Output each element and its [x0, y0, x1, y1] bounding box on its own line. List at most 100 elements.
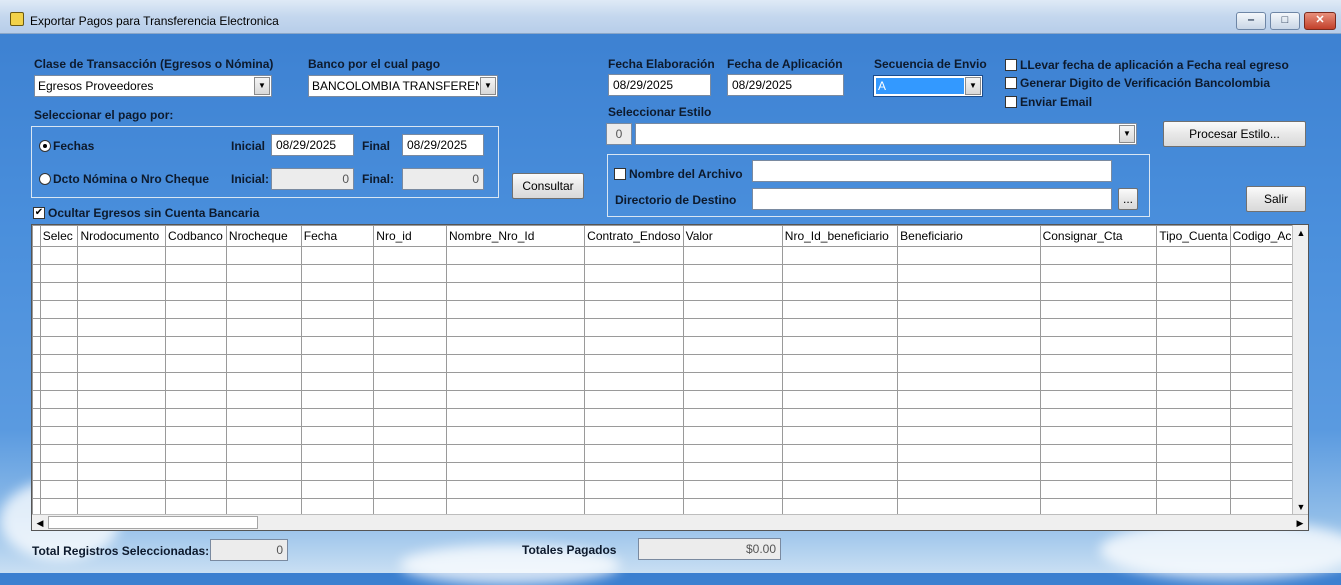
table-cell[interactable] — [373, 426, 448, 445]
table-cell[interactable] — [373, 336, 448, 355]
table-cell[interactable] — [77, 246, 167, 265]
table-cell[interactable] — [584, 354, 684, 373]
row-header-cell[interactable] — [32, 408, 41, 427]
table-cell[interactable] — [682, 336, 783, 355]
table-cell[interactable] — [77, 336, 167, 355]
table-cell[interactable] — [39, 372, 79, 391]
table-cell[interactable] — [1039, 480, 1158, 499]
table-cell[interactable] — [165, 390, 227, 409]
table-cell[interactable] — [897, 408, 1041, 427]
table-cell[interactable] — [225, 462, 302, 481]
payments-grid[interactable]: Selec Nrodocumento Codbanco Nrocheque Fecha N… — [31, 224, 1309, 531]
table-cell[interactable] — [225, 282, 302, 301]
table-cell[interactable] — [1156, 354, 1231, 373]
table-cell[interactable] — [682, 426, 783, 445]
table-cell[interactable] — [446, 354, 586, 373]
table-cell[interactable] — [897, 480, 1041, 499]
table-cell[interactable] — [373, 390, 448, 409]
table-cell[interactable] — [897, 264, 1041, 283]
table-cell[interactable] — [682, 318, 783, 337]
table-cell[interactable] — [77, 480, 167, 499]
table-row[interactable] — [32, 426, 1308, 445]
table-cell[interactable] — [1039, 318, 1158, 337]
table-cell[interactable] — [1039, 300, 1158, 319]
table-cell[interactable] — [77, 462, 167, 481]
table-cell[interactable] — [446, 462, 586, 481]
table-cell[interactable] — [225, 336, 302, 355]
column-header[interactable]: Codbanco — [165, 225, 227, 247]
table-cell[interactable] — [77, 318, 167, 337]
table-cell[interactable] — [300, 336, 375, 355]
table-cell[interactable] — [1156, 480, 1231, 499]
table-cell[interactable] — [781, 462, 899, 481]
table-cell[interactable] — [446, 372, 586, 391]
table-cell[interactable] — [39, 336, 79, 355]
table-cell[interactable] — [897, 426, 1041, 445]
table-cell[interactable] — [446, 480, 586, 499]
generar-checkbox[interactable] — [1005, 77, 1017, 89]
table-cell[interactable] — [584, 318, 684, 337]
scroll-right-icon[interactable]: ▶ — [1292, 515, 1308, 530]
column-header[interactable]: Valor — [682, 225, 783, 247]
table-cell[interactable] — [225, 372, 302, 391]
column-header[interactable]: Fecha — [300, 225, 375, 247]
table-row[interactable] — [32, 390, 1308, 409]
table-cell[interactable] — [1039, 444, 1158, 463]
consultar-button[interactable]: Consultar — [512, 173, 584, 199]
row-header-cell[interactable] — [32, 264, 41, 283]
table-cell[interactable] — [300, 372, 375, 391]
table-cell[interactable] — [225, 390, 302, 409]
table-cell[interactable] — [225, 354, 302, 373]
table-cell[interactable] — [781, 390, 899, 409]
row-header-cell[interactable] — [32, 318, 41, 337]
table-row[interactable] — [32, 336, 1308, 355]
table-row[interactable] — [32, 372, 1308, 391]
column-header[interactable]: Beneficiario — [897, 225, 1041, 247]
table-cell[interactable] — [300, 408, 375, 427]
table-row[interactable] — [32, 354, 1308, 373]
scroll-up-icon[interactable]: ▲ — [1293, 225, 1308, 241]
table-cell[interactable] — [165, 246, 227, 265]
row-header-cell[interactable] — [32, 444, 41, 463]
close-button[interactable]: ✕ — [1304, 12, 1336, 30]
table-cell[interactable] — [446, 426, 586, 445]
table-cell[interactable] — [1039, 390, 1158, 409]
table-cell[interactable] — [373, 408, 448, 427]
table-cell[interactable] — [897, 336, 1041, 355]
table-cell[interactable] — [1156, 408, 1231, 427]
table-cell[interactable] — [584, 426, 684, 445]
ocultar-checkbox[interactable]: ✔ — [33, 207, 45, 219]
table-cell[interactable] — [77, 408, 167, 427]
table-cell[interactable] — [373, 300, 448, 319]
table-cell[interactable] — [682, 246, 783, 265]
table-cell[interactable] — [300, 300, 375, 319]
table-row[interactable] — [32, 264, 1308, 283]
table-cell[interactable] — [77, 282, 167, 301]
table-cell[interactable] — [781, 300, 899, 319]
scroll-down-icon[interactable]: ▼ — [1293, 499, 1308, 515]
table-cell[interactable] — [1156, 300, 1231, 319]
table-cell[interactable] — [77, 264, 167, 283]
table-cell[interactable] — [1156, 426, 1231, 445]
table-cell[interactable] — [1156, 336, 1231, 355]
column-header[interactable]: Tipo_Cuenta — [1156, 225, 1231, 247]
table-cell[interactable] — [39, 264, 79, 283]
table-cell[interactable] — [39, 408, 79, 427]
table-cell[interactable] — [225, 300, 302, 319]
table-cell[interactable] — [584, 444, 684, 463]
table-cell[interactable] — [225, 444, 302, 463]
column-header[interactable]: Consignar_Cta — [1039, 225, 1158, 247]
table-cell[interactable] — [1156, 372, 1231, 391]
final-date-input[interactable]: 08/29/2025 — [402, 134, 484, 156]
table-cell[interactable] — [1156, 246, 1231, 265]
nombre-archivo-checkbox[interactable] — [614, 168, 626, 180]
table-cell[interactable] — [446, 246, 586, 265]
table-cell[interactable] — [165, 318, 227, 337]
table-cell[interactable] — [39, 318, 79, 337]
table-cell[interactable] — [1156, 264, 1231, 283]
table-cell[interactable] — [682, 282, 783, 301]
fecha-elaboracion-input[interactable]: 08/29/2025 — [608, 74, 711, 96]
table-cell[interactable] — [165, 264, 227, 283]
table-cell[interactable] — [446, 390, 586, 409]
table-cell[interactable] — [682, 462, 783, 481]
